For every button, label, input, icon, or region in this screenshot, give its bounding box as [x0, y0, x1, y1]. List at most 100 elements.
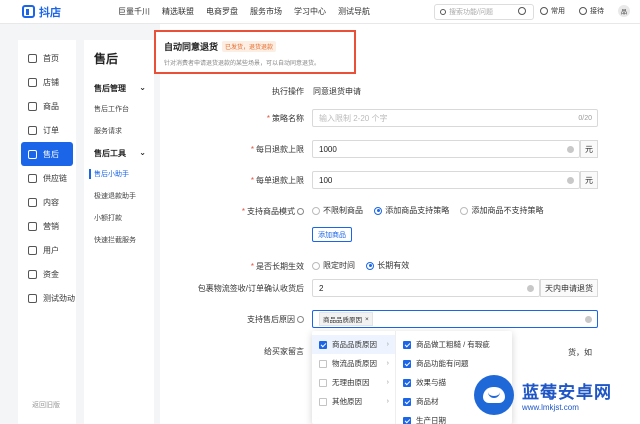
- radio-label: 不限制商品: [323, 206, 363, 215]
- clear-icon[interactable]: [585, 315, 592, 323]
- radio-add-support[interactable]: 添加商品支持策略: [374, 205, 449, 216]
- long-term-label-text: 是否长期生效: [256, 262, 304, 271]
- watermark-title: 蓝莓安卓网: [522, 383, 612, 402]
- exec-value: 同意退货申请: [313, 87, 361, 96]
- sidebar-item-order[interactable]: 订单: [18, 118, 76, 142]
- app-name: 抖店: [39, 6, 61, 19]
- required-mark: *: [250, 145, 254, 154]
- submenu-group-tools[interactable]: 售后工具 ⌄: [94, 148, 154, 159]
- back-to-old-version-link[interactable]: 返回旧版: [32, 400, 60, 410]
- cascader-option[interactable]: 无理由原因 ›: [312, 373, 395, 392]
- checkbox[interactable]: [319, 378, 327, 387]
- radio-add-exclude[interactable]: 添加商品不支持策略: [460, 205, 543, 216]
- funds-icon: [28, 269, 37, 279]
- radio-label: 长期有效: [377, 261, 410, 270]
- checkbox[interactable]: [319, 359, 327, 368]
- watermark-text: 蓝莓安卓网 www.lmkjst.com: [520, 378, 614, 412]
- topnav-item[interactable]: 精选联盟: [162, 6, 194, 17]
- topnav-item[interactable]: 巨量千川: [118, 6, 150, 17]
- cascader-option[interactable]: 商品做工粗糙 / 有瑕疵: [396, 335, 512, 354]
- submenu-link[interactable]: 服务请求: [94, 126, 154, 136]
- bell-button[interactable]: [518, 7, 526, 15]
- reason-select[interactable]: 商品品质原因 ×: [312, 310, 598, 328]
- radio-no-limit[interactable]: 不限制商品: [312, 205, 363, 216]
- help-icon[interactable]: [297, 316, 304, 324]
- close-icon[interactable]: ×: [365, 316, 369, 323]
- single-limit-label: * 每单退款上限: [160, 175, 304, 186]
- product-icon: [28, 101, 37, 111]
- sidebar-item-test[interactable]: 测试劲动: [18, 286, 76, 310]
- strategy-name-input[interactable]: 输入限制 2-20 个字 0/20: [312, 109, 598, 127]
- option-label: 商品材: [416, 397, 439, 406]
- sidebar-item-home[interactable]: 首页: [18, 46, 76, 70]
- topnav-item[interactable]: 测试导航: [338, 6, 370, 17]
- char-count: 0/20: [578, 114, 592, 122]
- highlighted-rule-card: 自动同意退货 已发货，退货退款 针对消费者申请退货退款的某些场景，可以自动同意退…: [154, 30, 356, 74]
- chevron-right-icon: ›: [386, 360, 389, 367]
- service-label: 接待: [590, 8, 604, 15]
- sidebar-item-user[interactable]: 用户: [18, 238, 76, 262]
- submenu-group-manage[interactable]: 售后管理 ⌄: [94, 83, 154, 94]
- submenu-link[interactable]: 快速拦截服务: [94, 235, 154, 245]
- single-limit-label-text: 每单退款上限: [256, 176, 304, 185]
- sidebar-item-funds[interactable]: 资金: [18, 262, 76, 286]
- submenu-link-active[interactable]: 售后小助手: [89, 169, 154, 179]
- radio-label: 限定时间: [323, 261, 355, 270]
- app-logo[interactable]: 抖店: [22, 4, 92, 20]
- product-mode-radio-group: 不限制商品 添加商品支持策略 添加商品不支持策略: [312, 205, 552, 217]
- cascader-option[interactable]: 商品品质原因 ›: [312, 335, 395, 354]
- submenu-link[interactable]: 售后工作台: [94, 104, 154, 114]
- strategy-name-label: * 策略名称: [160, 113, 304, 124]
- strategy-name-placeholder: 输入限制 2-20 个字: [319, 113, 388, 123]
- checkbox-checked[interactable]: [403, 340, 411, 349]
- submenu-link[interactable]: 小额打款: [94, 213, 154, 223]
- service-button[interactable]: 接待: [579, 6, 604, 16]
- checkbox-checked[interactable]: [319, 340, 327, 349]
- sidebar-item-label: 订单: [43, 125, 59, 135]
- clear-icon[interactable]: [567, 176, 574, 184]
- headset-icon: [579, 7, 587, 15]
- help-icon[interactable]: [297, 208, 304, 216]
- cascader-option[interactable]: 物流品质原因 ›: [312, 354, 395, 373]
- content-icon: [28, 197, 37, 207]
- cascader-option[interactable]: 其他原因 ›: [312, 392, 395, 411]
- product-mode-label: * 支持商品模式: [160, 206, 304, 217]
- logistics-days-input[interactable]: 2: [312, 279, 540, 297]
- option-label: 商品品质原因: [332, 340, 377, 349]
- avatar[interactable]: 品: [618, 5, 630, 17]
- long-term-label: * 是否长期生效: [160, 261, 304, 272]
- add-product-button[interactable]: 添加商品: [312, 227, 352, 242]
- checkbox-checked[interactable]: [403, 359, 411, 368]
- sidebar-item-marketing[interactable]: 营销: [18, 214, 76, 238]
- chevron-down-icon: ⌄: [139, 83, 146, 92]
- radio-label: 添加商品支持策略: [385, 206, 450, 215]
- submenu-link[interactable]: 极速退款助手: [94, 191, 154, 201]
- checkbox-checked[interactable]: [403, 416, 411, 424]
- topnav-item[interactable]: 服务市场: [250, 6, 282, 17]
- sidebar-item-after-sale[interactable]: 售后: [21, 142, 73, 166]
- reason-tag-label: 商品品质原因: [323, 317, 362, 324]
- sidebar-item-product[interactable]: 商品: [18, 94, 76, 118]
- topnav-item[interactable]: 电商罗盘: [206, 6, 238, 17]
- single-limit-input[interactable]: 100: [312, 171, 580, 189]
- radio-limited-time[interactable]: 限定时间: [312, 260, 355, 271]
- topnav-item[interactable]: 学习中心: [294, 6, 326, 17]
- sidebar-item-label: 内容: [43, 197, 59, 207]
- clear-icon[interactable]: [567, 145, 574, 153]
- option-label: 生产日期: [416, 416, 446, 424]
- checkbox[interactable]: [319, 397, 327, 406]
- daily-limit-label-text: 每日退款上限: [256, 145, 304, 154]
- radio-long-term[interactable]: 长期有效: [366, 260, 409, 271]
- sidebar-item-store[interactable]: 店铺: [18, 70, 76, 94]
- long-term-radio-group: 限定时间 长期有效: [312, 260, 418, 272]
- checkbox-checked[interactable]: [403, 397, 411, 406]
- common-label: 常用: [551, 8, 565, 15]
- common-button[interactable]: 常用: [540, 6, 565, 16]
- daily-limit-unit: 元: [580, 140, 598, 158]
- sidebar-item-content[interactable]: 内容: [18, 190, 76, 214]
- clear-icon[interactable]: [527, 284, 534, 292]
- sidebar-item-supply-chain[interactable]: 供应链: [18, 166, 76, 190]
- checkbox-checked[interactable]: [403, 378, 411, 387]
- cascader-column-primary: 商品品质原因 › 物流品质原因 › 无理由原因 › 其他原因 ›: [312, 331, 396, 424]
- daily-limit-input[interactable]: 1000: [312, 140, 580, 158]
